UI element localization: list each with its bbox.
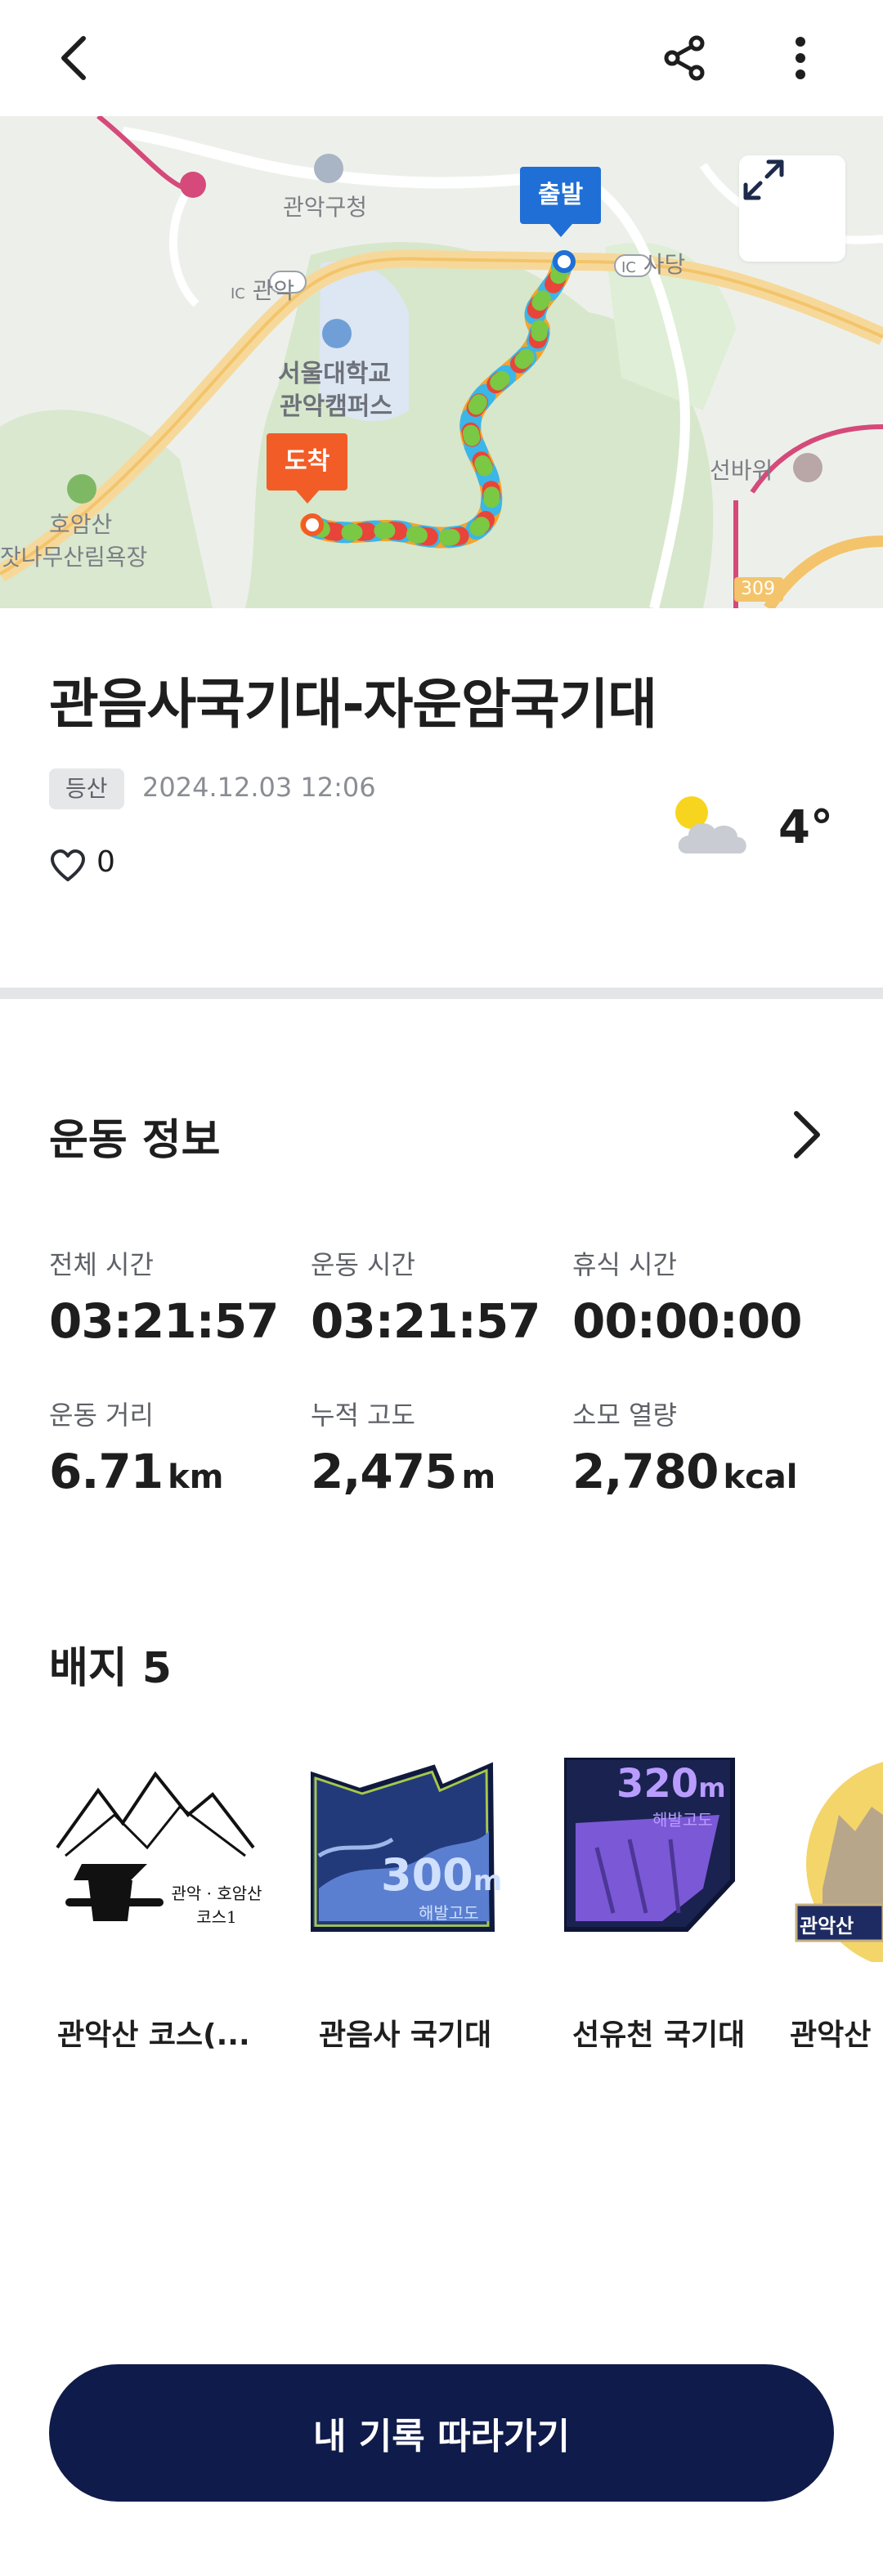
temperature: 4° [778, 801, 833, 854]
stat-calories: 소모 열량 2,780 kcal [572, 1395, 834, 1499]
map-label-route-309: 309 [741, 579, 775, 599]
expand-icon [743, 159, 784, 200]
activity-type-badge: 등산 [49, 768, 124, 809]
stat-unit: kcal [723, 1458, 798, 1496]
map-label-ic: IC 관악 [231, 273, 294, 306]
stat-label: 운동 시간 [311, 1249, 415, 1280]
map-label-seonbawi: 선바위 [710, 457, 773, 484]
stat-value: 2,780 kcal [572, 1444, 834, 1499]
stat-unit: m [461, 1458, 496, 1496]
stat-label: 운동 거리 [49, 1400, 154, 1431]
map-label-gwanak-ic: 관악 [252, 277, 295, 304]
stat-distance: 운동 거리 6.71 km [49, 1395, 311, 1499]
map-label-hoamsan-1: 호암산 [49, 511, 113, 538]
badge-item[interactable]: 300m 해발고도 관음사 국기대 [308, 1758, 531, 2054]
activity-title: 관음사국기대-자운암국기대 [49, 673, 657, 736]
ic-text-2: IC [621, 259, 636, 276]
badge-gwanak-course-image: 관악 · 호암산 코스1 [49, 1758, 270, 1962]
share-button[interactable] [648, 21, 722, 95]
back-button[interactable] [38, 21, 111, 95]
stat-number: 2,780 [572, 1444, 719, 1499]
badge-name: 관음사 국기대 [319, 2018, 492, 2052]
map-label-hoamsan-2: 잣나무산림욕장 [0, 544, 148, 571]
badge-art-number: 320 [616, 1761, 699, 1807]
badge-art-value: 300m [381, 1849, 502, 1901]
map-label-sadang: IC 사당 [621, 247, 685, 280]
heart-icon [51, 849, 85, 881]
stat-total-time: 전체 시간 03:21:57 [49, 1244, 311, 1349]
expand-map-button[interactable] [739, 155, 845, 262]
map-label-gwanak-gucheong: 관악구청 [283, 194, 368, 221]
badge-item[interactable]: 320m 해발고도 선유천 국기대 [562, 1755, 785, 2054]
chevron-left-icon [61, 36, 86, 80]
map-label-sadang-text: 사당 [643, 251, 686, 278]
badge-art-sub: 해발고도 [419, 1903, 479, 1923]
badge-name: 선유천 국기대 [572, 2018, 746, 2052]
badge-art-text: 관악산 [800, 1915, 854, 1938]
badge-name: 관악산 [790, 2018, 872, 2052]
ic-text: IC [231, 285, 245, 302]
stat-label: 누적 고도 [311, 1400, 415, 1431]
map-label-snu-2: 관악캠퍼스 [280, 392, 392, 421]
stat-number: 03:21:57 [49, 1293, 280, 1349]
section-divider [0, 988, 883, 999]
badge-art-unit: m [698, 1772, 726, 1803]
exercise-info-title: 운동 정보 [49, 1116, 221, 1165]
stat-number: 00:00:00 [572, 1293, 803, 1349]
badge-art-sub: 해발고도 [652, 1810, 713, 1830]
badge-gwanaksan-image: 관악산 [790, 1758, 883, 1966]
route-map[interactable]: 관악구청 IC 관악 IC 사당 서울대학교 관악캠퍼스 호암산 잣나무산림욕장… [0, 116, 883, 608]
map-label-snu-1: 서울대학교 [278, 360, 391, 388]
stat-unit: km [168, 1458, 224, 1496]
badges-title: 배지 5 [49, 1644, 172, 1693]
stat-value: 00:00:00 [572, 1293, 834, 1349]
badge-gwaneumsa-image: 300m 해발고도 [308, 1758, 531, 1962]
badge-item[interactable]: 관악산 관악산 [790, 1758, 883, 2054]
stat-value: 6.71 km [49, 1444, 311, 1499]
badge-art-number: 300 [381, 1849, 473, 1901]
chevron-right-icon [794, 1111, 820, 1158]
start-pin: 출발 [520, 167, 602, 237]
stat-number: 03:21:57 [311, 1293, 541, 1349]
badge-name: 관악산 코스(... [57, 2018, 250, 2052]
stat-label: 소모 열량 [572, 1400, 677, 1431]
like-count: 0 [96, 845, 115, 879]
like-button[interactable] [49, 847, 87, 885]
badge-seonyucheon-image: 320m 해발고도 [562, 1755, 785, 1962]
stat-label: 휴식 시간 [572, 1249, 677, 1280]
more-options-button[interactable] [764, 21, 837, 95]
stat-number: 2,475 [311, 1444, 457, 1499]
top-app-bar [0, 0, 883, 116]
stat-value: 2,475 m [311, 1444, 572, 1499]
end-pin: 도착 [267, 433, 348, 504]
stat-number: 6.71 [49, 1444, 164, 1499]
stat-value: 03:21:57 [49, 1293, 311, 1349]
stat-exercise-time: 운동 시간 03:21:57 [311, 1244, 572, 1349]
more-vertical-icon [796, 37, 805, 79]
activity-datetime: 2024.12.03 12:06 [142, 772, 376, 803]
stat-rest-time: 휴식 시간 00:00:00 [572, 1244, 834, 1349]
stat-label: 전체 시간 [49, 1249, 154, 1280]
stat-elevation-gain: 누적 고도 2,475 m [311, 1395, 572, 1499]
exercise-info-detail-button[interactable] [783, 1105, 832, 1164]
partly-cloudy-icon [669, 790, 755, 863]
badge-art-value: 320m [616, 1761, 726, 1807]
badge-item[interactable]: 관악 · 호암산 코스1 관악산 코스(... [49, 1758, 270, 2054]
share-icon [664, 35, 705, 81]
follow-my-record-button[interactable]: 내 기록 따라가기 [49, 2364, 834, 2502]
badge-art-text: 관악 · 호암산 코스1 [171, 1884, 262, 1927]
stat-value: 03:21:57 [311, 1293, 572, 1349]
badge-art-unit: m [473, 1865, 503, 1897]
